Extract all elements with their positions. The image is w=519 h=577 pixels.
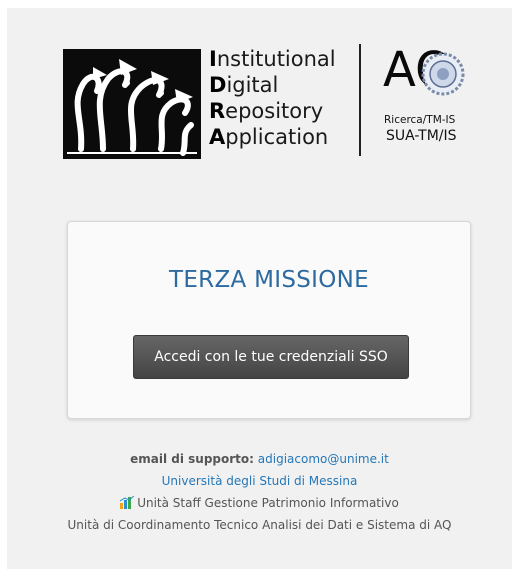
seal-icon: [421, 52, 465, 96]
logo-divider: [359, 44, 361, 156]
staff-unit-line: Unità Staff Gestione Patrimonio Informat…: [7, 492, 512, 514]
coordination-unit-line: Unità di Coordinamento Tecnico Analisi d…: [67, 518, 452, 532]
university-link[interactable]: Università degli Studi di Messina: [162, 474, 358, 488]
footer: email di supporto: adigiacomo@unime.it U…: [7, 448, 512, 536]
aq-logo: AQ Ricerca/TM-IS SUA-TM/IS: [371, 44, 485, 156]
aq-subtitle-2: SUA-TM/IS: [386, 128, 457, 144]
login-card: TERZA MISSIONE Accedi con le tue credenz…: [67, 221, 471, 419]
support-line: email di supporto: adigiacomo@unime.it: [7, 448, 512, 470]
support-email-link[interactable]: adigiacomo@unime.it: [258, 452, 389, 466]
aq-subtitle: Ricerca/TM-IS: [384, 114, 456, 126]
sso-login-button[interactable]: Accedi con le tue credenziali SSO: [133, 335, 409, 379]
bar-chart-icon: [120, 496, 135, 509]
hydra-icon: [67, 59, 197, 156]
hydra-logo: [63, 49, 201, 159]
login-page: Institutional Digital Repository Applica…: [7, 8, 512, 569]
idra-wordmark: Institutional Digital Repository Applica…: [209, 47, 336, 149]
support-label: email di supporto:: [130, 452, 254, 466]
header-logo: Institutional Digital Repository Applica…: [63, 44, 483, 164]
staff-unit-label: Unità Staff Gestione Patrimonio Informat…: [137, 496, 399, 510]
page-title: TERZA MISSIONE: [168, 267, 369, 293]
university-line: Università degli Studi di Messina: [7, 470, 512, 492]
